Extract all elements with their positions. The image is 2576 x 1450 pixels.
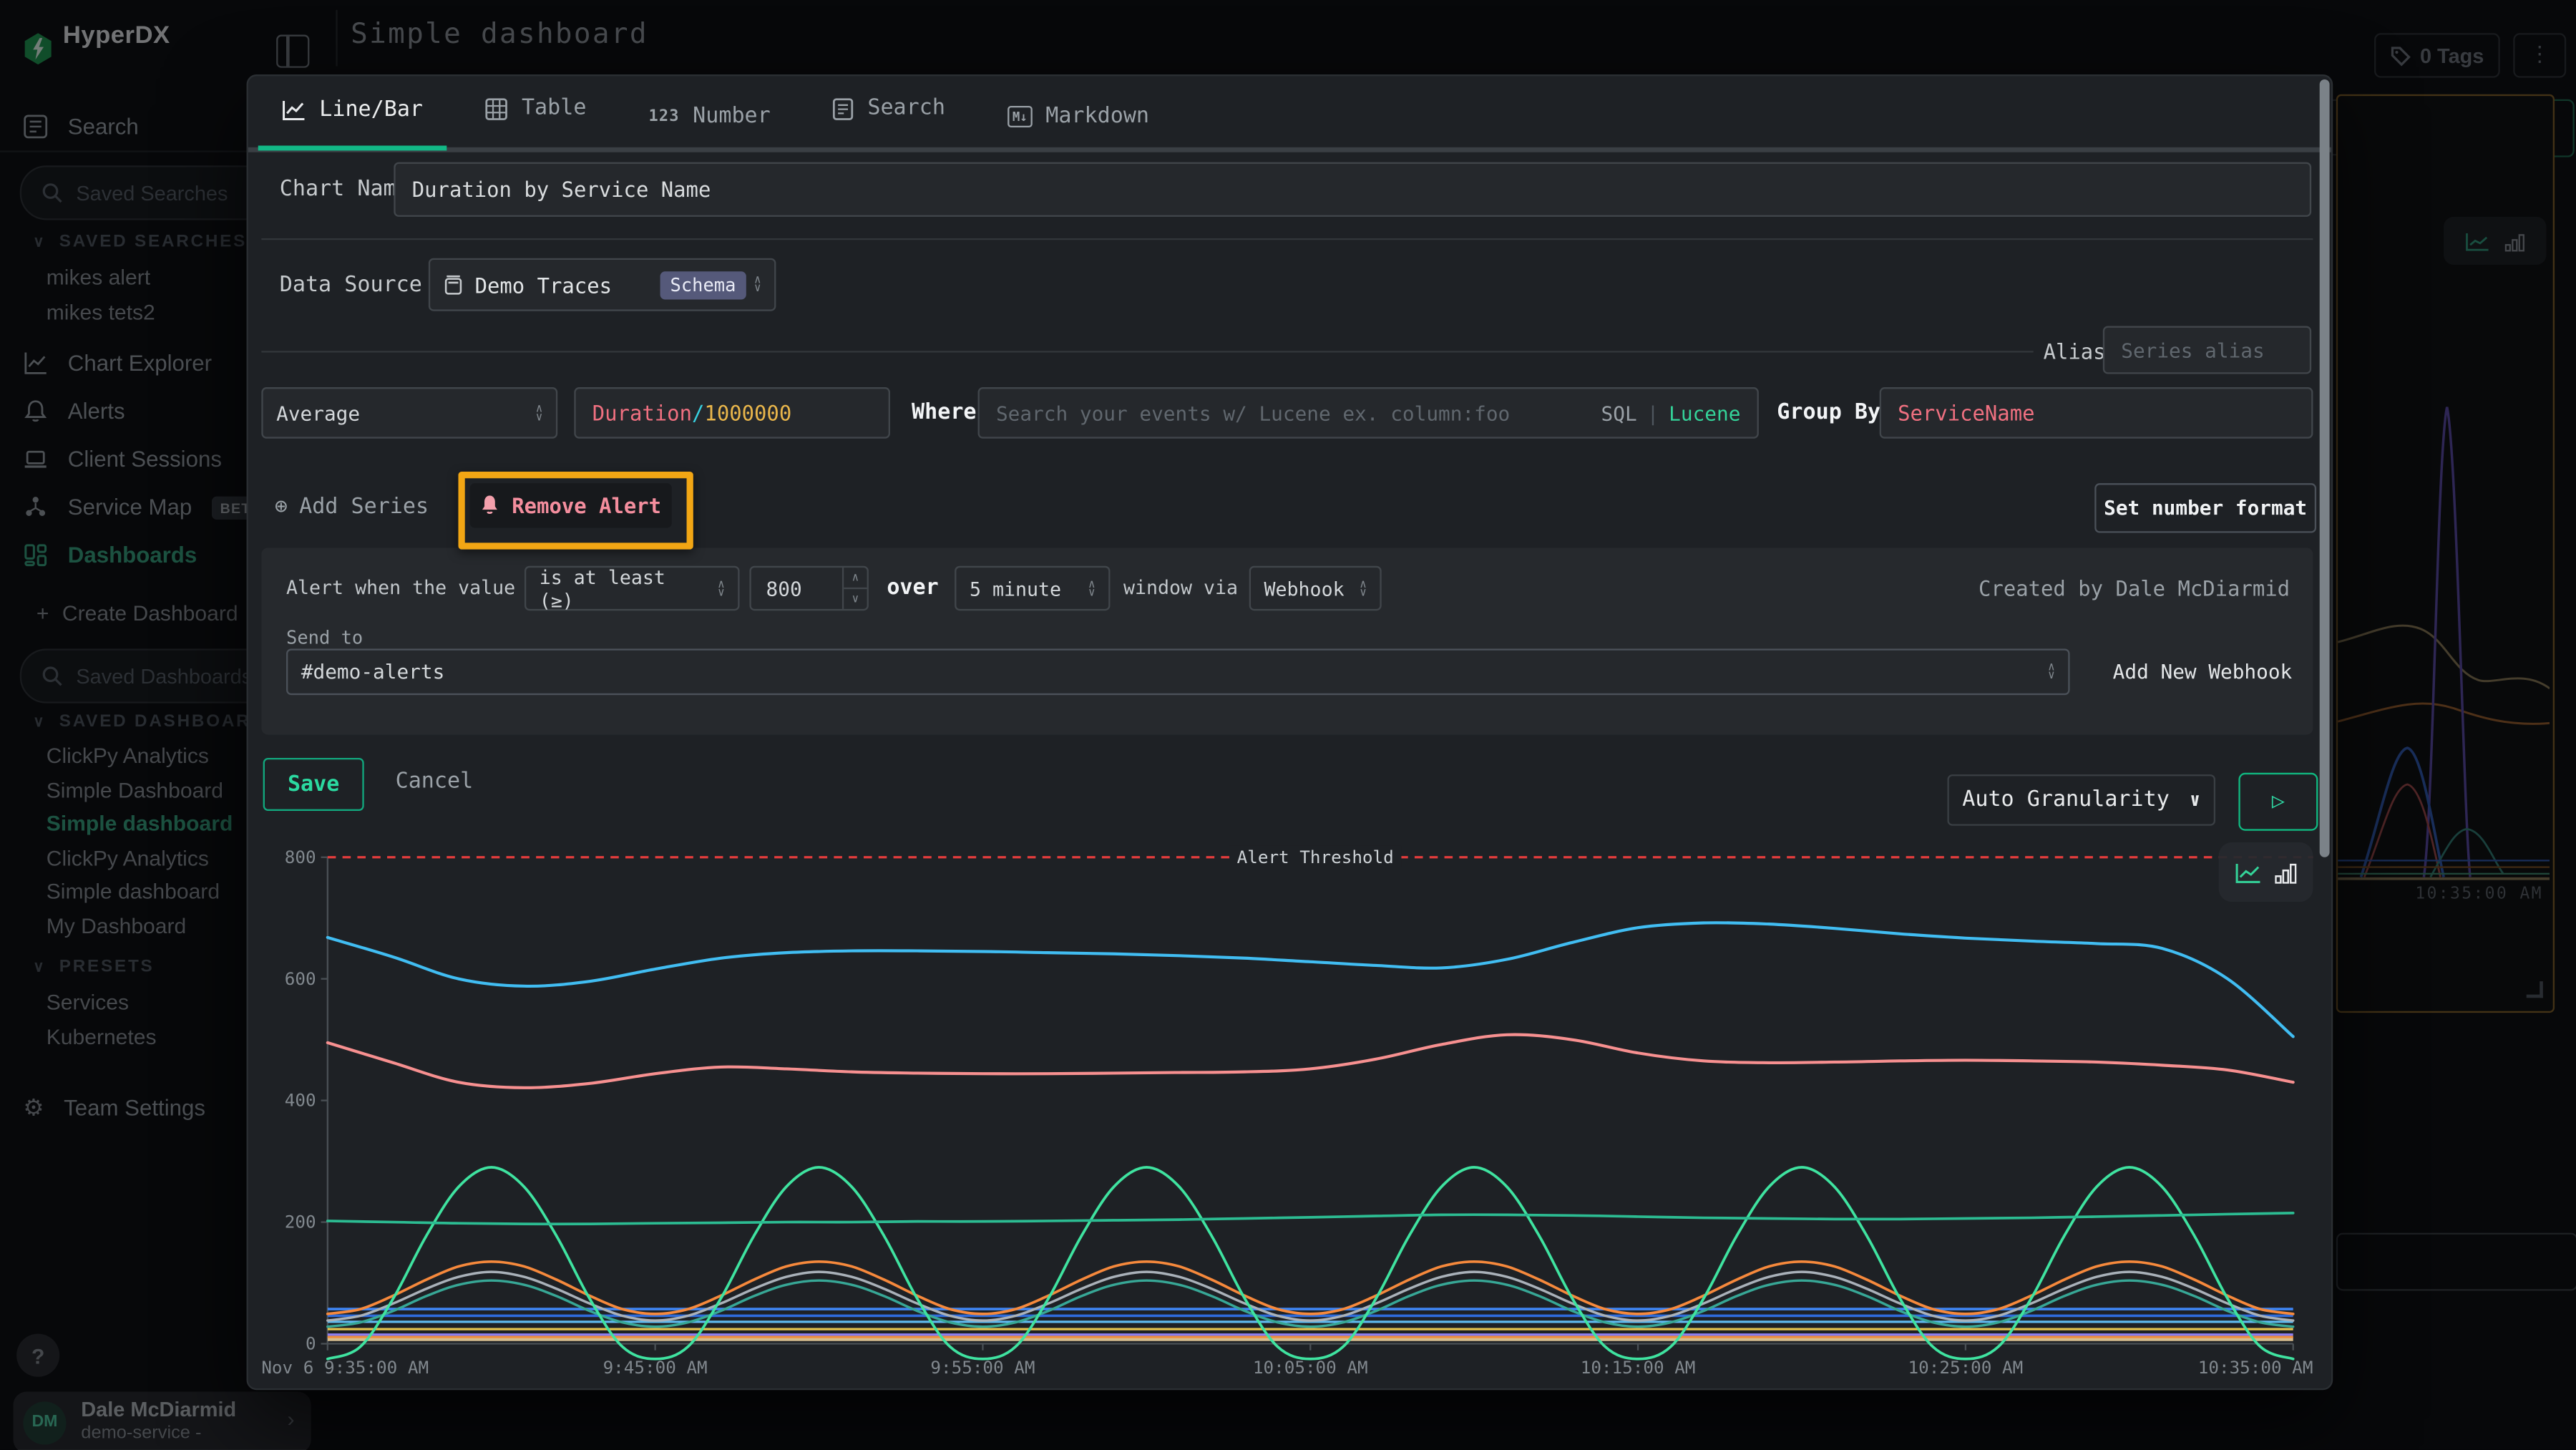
- schema-badge: Schema: [660, 271, 746, 298]
- lucene-toggle[interactable]: Lucene: [1669, 402, 1740, 424]
- line-bar-icon: [281, 99, 306, 120]
- alias-label: Alias: [2044, 339, 2106, 364]
- svg-text:Nov 6 9:35:00 AM: Nov 6 9:35:00 AM: [261, 1357, 429, 1378]
- where-label: Where: [912, 401, 977, 426]
- field-token: /: [692, 401, 704, 426]
- remove-alert-highlight-box: [458, 472, 693, 550]
- alert-channel-select[interactable]: Webhook ∧∨: [1249, 566, 1382, 610]
- send-to-label: Send to: [286, 627, 363, 648]
- svg-text:200: 200: [285, 1212, 316, 1232]
- add-series-label: Add Series: [299, 494, 429, 519]
- granularity-value: Auto Granularity: [1962, 788, 2170, 813]
- svg-text:600: 600: [285, 968, 316, 989]
- plus-circle-icon: ⊕: [275, 494, 288, 519]
- group-by-value: ServiceName: [1898, 401, 2034, 426]
- tab-search[interactable]: Search: [809, 76, 968, 144]
- webhook-value: #demo-alerts: [301, 661, 444, 683]
- save-label: Save: [288, 772, 339, 797]
- tab-number[interactable]: 123 Number: [625, 84, 794, 152]
- alert-prefix-label: Alert when the value: [286, 576, 515, 599]
- series-divider: [261, 351, 2033, 352]
- chevron-down-icon: ∨: [2190, 789, 2200, 811]
- bar-chart-icon: [2275, 862, 2296, 883]
- tab-label: Markdown: [1045, 104, 1149, 129]
- duration-line-chart: 8006004002000Nov 6 9:35:00 AM9:45:00 AM9…: [261, 837, 2313, 1387]
- alert-window-value: 5 minute: [970, 577, 1061, 600]
- data-source-label: Data Source: [280, 273, 422, 298]
- spinner-down-icon[interactable]: ∨: [844, 589, 867, 609]
- group-by-input[interactable]: ServiceName: [1880, 387, 2313, 439]
- select-chevrons-icon: ∧∨: [754, 276, 761, 293]
- alert-threshold-input[interactable]: 800 ∧ ∨: [749, 566, 868, 610]
- window-via-label: window via: [1123, 576, 1238, 599]
- database-icon: [444, 274, 464, 296]
- chart-name-input[interactable]: [394, 162, 2311, 217]
- svg-text:0: 0: [306, 1333, 316, 1354]
- modal-scrollbar[interactable]: [2320, 79, 2330, 857]
- select-chevrons-icon: ∧∨: [1360, 580, 1367, 596]
- over-label: over: [887, 576, 938, 601]
- where-search-input[interactable]: Search your events w/ Lucene ex. column:…: [978, 387, 1759, 439]
- set-number-format-label: Set number format: [2104, 497, 2307, 520]
- markdown-icon: M↓: [1008, 105, 1033, 127]
- chart-type-tabs: Line/Bar Table 123 Number Search: [248, 76, 2331, 152]
- alert-condition-value: is at least (≥): [540, 565, 708, 612]
- svg-text:10:35:00 AM: 10:35:00 AM: [2198, 1357, 2313, 1378]
- run-chart-button[interactable]: ▷: [2238, 773, 2318, 831]
- add-series-button[interactable]: ⊕ Add Series: [275, 487, 429, 526]
- svg-text:400: 400: [285, 1090, 316, 1111]
- select-chevrons-icon: ∧∨: [536, 404, 543, 421]
- chart-type-toggle[interactable]: [2219, 842, 2313, 902]
- search-doc-icon: [833, 97, 854, 120]
- created-by-label: Created by Dale McDiarmid: [1979, 576, 2290, 601]
- tab-line-bar[interactable]: Line/Bar: [258, 77, 447, 145]
- add-new-webhook-button[interactable]: Add New Webhook: [2113, 661, 2293, 683]
- play-icon: ▷: [2272, 789, 2285, 814]
- save-button[interactable]: Save: [263, 758, 364, 811]
- tab-label: Table: [522, 96, 587, 121]
- sql-toggle[interactable]: SQL: [1601, 402, 1637, 424]
- group-by-label: Group By: [1777, 401, 1880, 426]
- field-token: 1000000: [704, 401, 791, 426]
- webhook-select[interactable]: #demo-alerts ∧∨: [286, 648, 2070, 695]
- app-root: HyperDX Simple dashboard 0 Tags ⋮ ↻: [0, 0, 2576, 1449]
- section-divider: [261, 238, 2313, 240]
- data-source-value: Demo Traces: [475, 272, 612, 297]
- select-chevrons-icon: ∧∨: [1088, 580, 1096, 596]
- chart-name-label: Chart Name: [280, 177, 409, 202]
- alert-condition-select[interactable]: is at least (≥) ∧∨: [525, 566, 740, 610]
- alert-threshold-value: 800: [751, 577, 802, 600]
- spinner-up-icon[interactable]: ∧: [844, 568, 867, 589]
- select-chevrons-icon: ∧∨: [718, 580, 725, 596]
- edit-chart-modal: Line/Bar Table 123 Number Search: [247, 74, 2333, 1390]
- number-123-icon: 123: [648, 107, 679, 125]
- select-chevrons-icon: ∧∨: [2048, 663, 2055, 680]
- alert-config-panel: Alert when the value is at least (≥) ∧∨ …: [261, 548, 2313, 734]
- svg-text:800: 800: [285, 847, 316, 867]
- set-number-format-button[interactable]: Set number format: [2094, 483, 2316, 532]
- field-expression-input[interactable]: Duration/1000000: [574, 387, 890, 439]
- table-icon: [485, 97, 508, 120]
- tab-label: Line/Bar: [319, 97, 423, 122]
- line-chart-icon: [2235, 862, 2262, 883]
- tab-label: Number: [693, 104, 771, 129]
- search-placeholder: Search your events w/ Lucene ex. column:…: [996, 402, 1510, 424]
- granularity-select[interactable]: Auto Granularity ∨: [1947, 774, 2215, 826]
- field-token: Duration: [592, 401, 692, 426]
- aggregation-value: Average: [276, 402, 360, 424]
- data-source-select[interactable]: Demo Traces Schema ∧∨: [429, 258, 776, 311]
- cancel-button[interactable]: Cancel: [396, 769, 474, 794]
- alert-window-select[interactable]: 5 minute ∧∨: [955, 566, 1110, 610]
- series-alias-input[interactable]: [2103, 326, 2311, 374]
- tab-markdown[interactable]: M↓ Markdown: [985, 84, 1173, 152]
- svg-text:Alert Threshold: Alert Threshold: [1237, 847, 1394, 867]
- tab-label: Search: [867, 96, 945, 121]
- tab-table[interactable]: Table: [462, 76, 610, 144]
- toggle-divider: |: [1647, 402, 1659, 424]
- alert-channel-value: Webhook: [1264, 577, 1345, 600]
- aggregation-select[interactable]: Average ∧∨: [261, 387, 557, 439]
